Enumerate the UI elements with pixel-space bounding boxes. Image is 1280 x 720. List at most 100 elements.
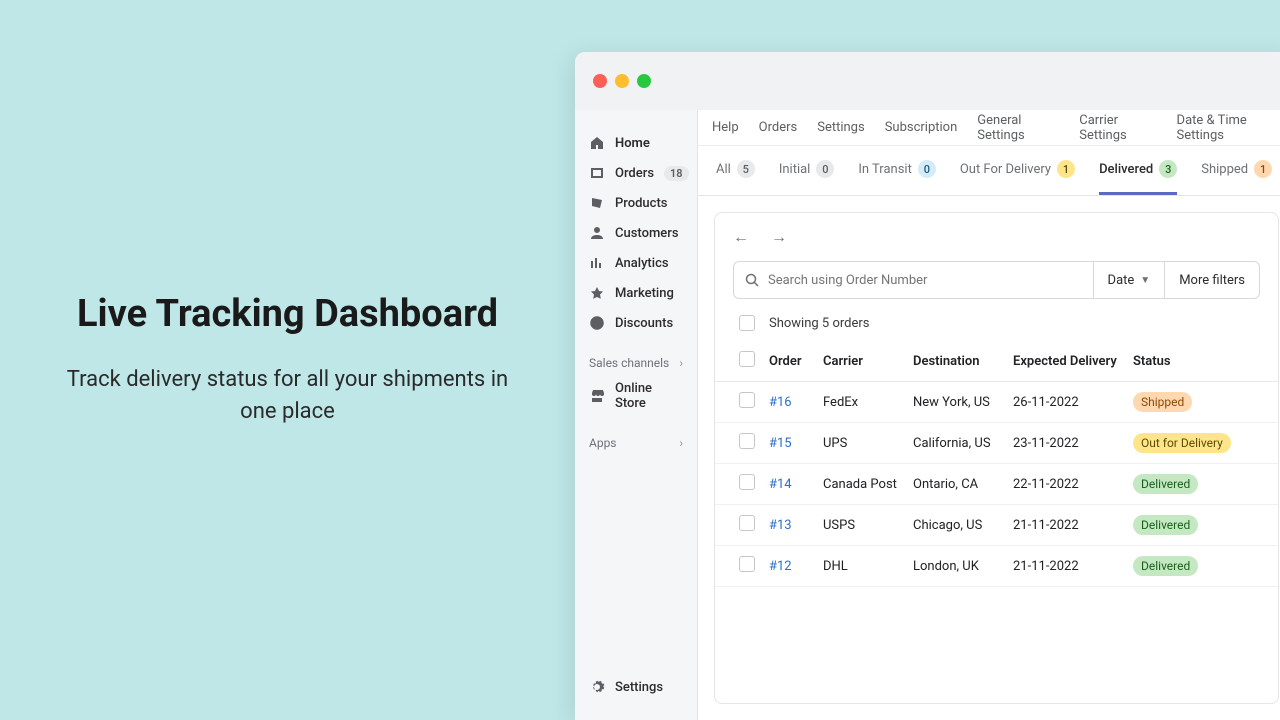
col-status: Status [1133,354,1254,369]
more-filters-button[interactable]: More filters [1164,262,1259,298]
cell-carrier: USPS [823,518,913,533]
orders-panel: ← → Date ▼ More filters [714,212,1279,704]
nav-icon [589,315,605,331]
tab-out-for-delivery[interactable]: Out For Delivery1 [960,160,1075,195]
table-row: #13USPSChicago, US21-11-2022Delivered [715,505,1278,546]
cell-expected: 22-11-2022 [1013,477,1133,492]
hero-section: Live Tracking Dashboard Track delivery s… [0,0,575,720]
topnav-link[interactable]: Carrier Settings [1079,113,1156,143]
order-link[interactable]: #12 [769,559,792,574]
row-checkbox[interactable] [739,515,755,531]
topnav-link[interactable]: Help [712,120,739,135]
tab-initial[interactable]: Initial 0 [779,160,835,195]
sidebar-item-label: Marketing [615,286,674,301]
table-body: #16FedExNew York, US26-11-2022Shipped#15… [715,382,1278,587]
sidebar-item-analytics[interactable]: Analytics [585,248,687,278]
tab-count-badge: 0 [816,160,834,178]
status-badge: Out for Delivery [1133,433,1231,453]
search-field[interactable] [734,262,1093,298]
col-destination: Destination [913,354,1013,369]
table-row: #12DHLLondon, UK21-11-2022Delivered [715,546,1278,587]
sidebar-nav: Home Orders18Products Customers Analytics Ma… [585,128,687,338]
cell-destination: California, US [913,436,1013,451]
topnav-link[interactable]: General Settings [977,113,1059,143]
topnav-link[interactable]: Orders [759,120,798,135]
sidebar-item-orders[interactable]: Orders18 [585,158,687,188]
window-titlebar [575,52,1280,110]
filter-label: Date [1108,273,1135,288]
tab-all[interactable]: All5 [716,160,755,195]
nav-icon [589,255,605,271]
results-summary: Showing 5 orders [715,299,1278,341]
sidebar-item-settings[interactable]: Settings [585,672,687,702]
hero-title: Live Tracking Dashboard [77,292,498,336]
minimize-window-button[interactable] [615,74,629,88]
tab-delivered[interactable]: Delivered3 [1099,160,1177,195]
row-checkbox[interactable] [739,392,755,408]
gear-icon [589,679,605,695]
cell-expected: 26-11-2022 [1013,395,1133,410]
cell-carrier: DHL [823,559,913,574]
order-link[interactable]: #13 [769,518,792,533]
row-checkbox[interactable] [739,556,755,572]
chevron-right-icon: › [679,436,683,450]
sidebar-item-online-store[interactable]: Online Store [585,374,687,418]
table-row: #16FedExNew York, US26-11-2022Shipped [715,382,1278,423]
search-input[interactable] [768,262,1083,298]
maximize-window-button[interactable] [637,74,651,88]
section-label: Apps [589,436,617,450]
app-window: Home Orders18Products Customers Analytics Ma… [575,52,1280,720]
sidebar-item-discounts[interactable]: Discounts [585,308,687,338]
row-checkbox[interactable] [739,433,755,449]
showing-text: Showing 5 orders [769,316,870,331]
sidebar-item-label: Customers [615,226,679,241]
section-label: Sales channels [589,356,669,370]
col-expected: Expected Delivery [1013,354,1133,369]
sidebar-item-customers[interactable]: Customers [585,218,687,248]
status-badge: Delivered [1133,515,1198,535]
tab-in-transit[interactable]: In Transit0 [858,160,936,195]
topnav-link[interactable]: Subscription [885,120,958,135]
sidebar-item-label: Online Store [615,381,683,411]
table-row: #15UPSCalifornia, US23-11-2022Out for De… [715,423,1278,464]
row-checkbox[interactable] [739,474,755,490]
header-checkbox[interactable] [739,351,755,367]
col-carrier: Carrier [823,354,913,369]
sidebar-item-label: Analytics [615,256,669,271]
close-window-button[interactable] [593,74,607,88]
tab-label: Initial [779,162,811,177]
tab-shipped[interactable]: Shipped1 [1201,160,1272,195]
chevron-down-icon: ▼ [1140,275,1150,286]
nav-icon [589,135,605,151]
cell-expected: 21-11-2022 [1013,559,1133,574]
sidebar-section-apps[interactable]: Apps › [589,436,683,450]
cell-destination: Ontario, CA [913,477,1013,492]
sidebar-item-marketing[interactable]: Marketing [585,278,687,308]
topnav-link[interactable]: Settings [817,120,864,135]
pager: ← → [715,213,1278,261]
order-link[interactable]: #16 [769,395,792,410]
order-link[interactable]: #15 [769,436,792,451]
status-badge: Delivered [1133,474,1198,494]
prev-page-button[interactable]: ← [733,227,749,247]
topnav-link[interactable]: Date & Time Settings [1177,113,1280,143]
filter-bar: Date ▼ More filters [733,261,1260,299]
cell-carrier: Canada Post [823,477,913,492]
sidebar-item-home[interactable]: Home [585,128,687,158]
date-filter-button[interactable]: Date ▼ [1093,262,1165,298]
table-header: Order Carrier Destination Expected Deliv… [715,341,1278,382]
tab-label: Delivered [1099,162,1153,177]
sidebar-item-label: Home [615,136,650,151]
sidebar-section-sales-channels[interactable]: Sales channels › [589,356,683,370]
sidebar-item-products[interactable]: Products [585,188,687,218]
status-tabs: All5 Initial 0 In Transit0 Out For Delivery1… [698,146,1280,196]
order-link[interactable]: #14 [769,477,792,492]
next-page-button[interactable]: → [771,227,787,247]
top-nav: Help Orders Settings Subscription General Se… [698,110,1280,146]
nav-icon [589,195,605,211]
col-order: Order [769,354,823,369]
sidebar-item-label: Settings [615,680,663,695]
chevron-right-icon: › [679,356,683,370]
select-all-checkbox[interactable] [739,315,755,331]
status-badge: Delivered [1133,556,1198,576]
